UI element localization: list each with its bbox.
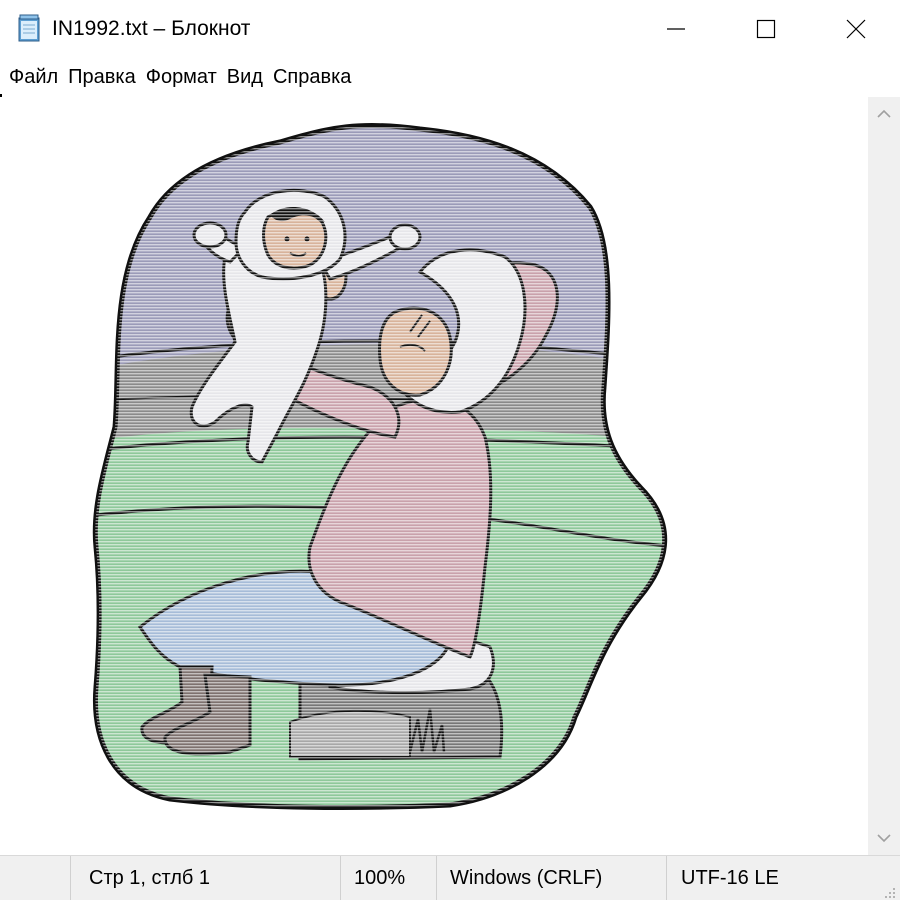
- maximize-icon: [756, 19, 776, 39]
- minimize-button[interactable]: [630, 0, 722, 58]
- status-bar: Стр 1, стлб 1 100% Windows (CRLF) UTF-16…: [0, 855, 900, 900]
- maximize-button[interactable]: [720, 0, 812, 58]
- cursor-position: Стр 1, стлб 1: [70, 856, 340, 900]
- chevron-up-icon: [877, 109, 891, 118]
- scroll-up-button[interactable]: [868, 97, 900, 131]
- minimize-icon: [667, 28, 685, 30]
- zoom-level: 100%: [340, 856, 436, 900]
- menu-format[interactable]: Формат: [141, 64, 222, 90]
- text-editor[interactable]: [0, 97, 868, 855]
- scroll-down-button[interactable]: [868, 821, 900, 855]
- close-button[interactable]: [810, 0, 900, 58]
- ascii-art-illustration: [92, 122, 668, 810]
- menu-file[interactable]: Файл: [4, 64, 63, 90]
- menu-help[interactable]: Справка: [268, 64, 356, 90]
- window-title: IN1992.txt – Блокнот: [52, 17, 251, 40]
- resize-grip-icon[interactable]: [882, 882, 896, 898]
- chevron-down-icon: [877, 834, 891, 843]
- line-endings: Windows (CRLF): [436, 856, 666, 900]
- menu-edit[interactable]: Правка: [63, 64, 141, 90]
- encoding: UTF-16 LE: [666, 856, 900, 900]
- notepad-icon: [16, 14, 42, 42]
- vertical-scrollbar[interactable]: [868, 97, 900, 855]
- menu-bar: Файл Правка Формат Вид Справка: [0, 58, 900, 96]
- menu-view[interactable]: Вид: [222, 64, 268, 90]
- title-bar: IN1992.txt – Блокнот: [0, 0, 900, 58]
- close-icon: [846, 19, 866, 39]
